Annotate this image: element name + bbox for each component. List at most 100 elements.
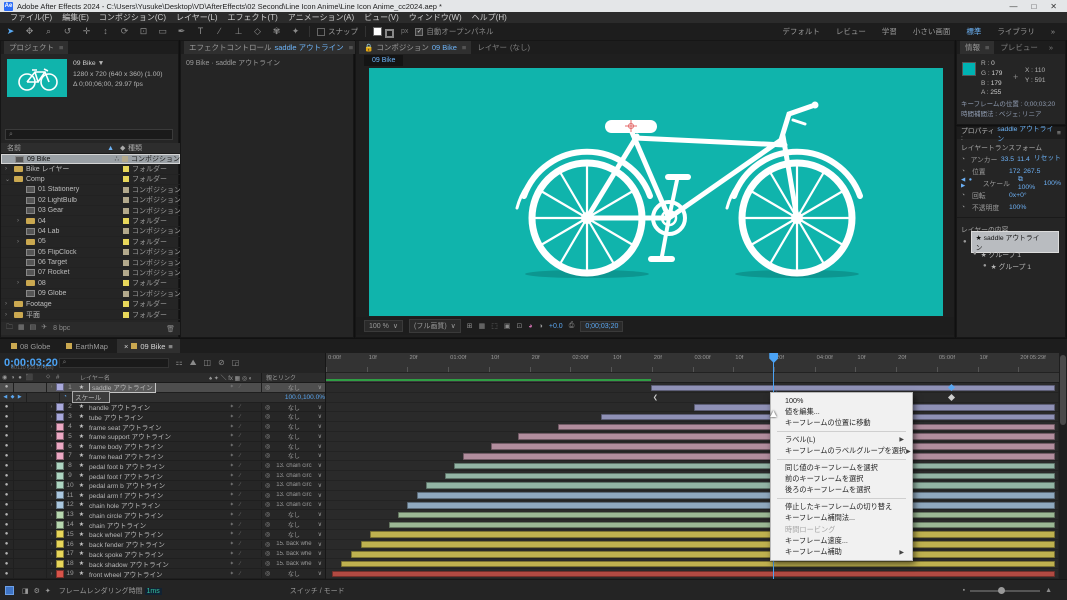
guides-icon[interactable]: ▣ (504, 322, 511, 330)
timeline-zoom-slider[interactable]: ▪ ▲ (963, 587, 1062, 594)
context-menu-item-後ろのキーフレームを選択[interactable]: 後ろのキーフレームを選択 (771, 485, 912, 496)
region-of-interest-icon[interactable]: ⊞ (467, 322, 473, 330)
brush-tool[interactable]: ∕ (213, 26, 226, 37)
parent-select[interactable]: ◎なし∨ (261, 403, 325, 412)
rulers-icon[interactable]: ⊡ (517, 322, 523, 330)
project-footer-icon-0[interactable]: 🗀 (6, 323, 13, 334)
exposure-adjust-icon[interactable]: ◑ (539, 323, 543, 330)
composition-mini-flowchart-icon[interactable]: ⚏ (176, 358, 183, 368)
tab-preview[interactable]: プレビュー (995, 41, 1043, 54)
frame-blending-icon[interactable]: ⊘ (218, 358, 225, 368)
project-item-平面[interactable]: ›平面フォルダー (1, 310, 180, 320)
project-item-06 Target[interactable]: 06 Targetコンポジション (1, 258, 180, 268)
workspace-»[interactable]: » (1043, 25, 1063, 38)
workspace-ライブラリ[interactable]: ライブラリ (989, 24, 1043, 39)
timeline-search-input[interactable]: ⌕ (59, 358, 169, 368)
panel-menu-icon[interactable]: ≡ (1057, 130, 1061, 137)
project-footer-icon-1[interactable]: ▦ (18, 323, 25, 334)
parent-select[interactable]: ◎13. chain circ∨ (261, 462, 325, 469)
minimize-button[interactable]: — (1009, 2, 1017, 11)
context-menu-item-キーフレームのラベルグループを選択[interactable]: キーフレームのラベルグループを選択▶ (771, 446, 912, 457)
time-ruler[interactable]: 0:00f10f20f01:00f10f20f02:00f10f20f03:00… (326, 353, 1059, 373)
layer-bar-frame head アウトライン[interactable] (463, 453, 1055, 460)
stroke-color-swatch[interactable] (385, 29, 394, 38)
parent-select[interactable]: ◎15. back whe∨ (261, 550, 325, 557)
exposure-value[interactable]: +0.0 (549, 323, 563, 330)
context-menu-item-キーフレーム速度...[interactable]: キーフレーム速度... (771, 535, 912, 546)
parent-select[interactable]: ◎なし∨ (261, 451, 325, 460)
project-item-08[interactable]: ›08フォルダー (1, 279, 180, 289)
panel-menu-icon[interactable]: ≡ (59, 43, 63, 52)
parent-select[interactable]: ◎なし∨ (261, 432, 325, 441)
workspace-レビュー[interactable]: レビュー (828, 24, 874, 39)
layer-bar-pedal arm b アウトライン[interactable] (426, 482, 1056, 489)
pen-tool[interactable]: ✒ (175, 26, 188, 37)
menu-ビュー(V)[interactable]: ビュー(V) (360, 12, 403, 23)
tab-info[interactable]: 情報 ≡ (960, 41, 994, 54)
parent-select[interactable]: ◎13. chain circ∨ (261, 472, 325, 479)
layer-bar-chain アウトライン[interactable] (389, 522, 1055, 529)
tab-effect-controls[interactable]: エフェクトコントロール saddle アウトライン ≡ (184, 41, 358, 54)
timeline-tab-EarthMap[interactable]: EarthMap (59, 339, 115, 353)
layer-bar-pedal foot f アウトライン[interactable] (445, 473, 1056, 480)
panel-more-icon[interactable]: » (1044, 41, 1058, 54)
layer-row-front wheel アウトライン[interactable]: ●›19★front wheel アウトライン✦ ∕◎なし∨ (0, 569, 325, 579)
panel-menu-icon[interactable]: ≡ (462, 43, 466, 52)
context-menu-item-値を編集...[interactable]: 値を編集... (771, 406, 912, 417)
snapshot-icon[interactable]: ⎙ (569, 322, 575, 330)
layer-bar-pedal arm f アウトライン[interactable] (417, 492, 1055, 499)
selection-tool[interactable]: ➤ (4, 26, 17, 37)
menu-ヘルプ(H)[interactable]: ヘルプ(H) (468, 12, 511, 23)
context-menu-item-同じ値のキーフレームを選択[interactable]: 同じ値のキーフレームを選択 (771, 462, 912, 473)
parent-select[interactable]: ◎13. chain circ∨ (261, 501, 325, 508)
tab-composition[interactable]: 🔒 コンポジション 09 Bike ≡ (359, 41, 471, 54)
auto-open-panels-toggle[interactable]: ✓ 自動オープンパネル (415, 26, 493, 37)
clone-stamp-tool[interactable]: ⊥ (232, 26, 245, 37)
timeline-footer-icon-1[interactable]: ⚙ (34, 587, 40, 595)
menu-コンポジション(C)[interactable]: コンポジション(C) (95, 12, 170, 23)
parent-select[interactable]: ◎なし∨ (261, 422, 325, 431)
timeline-footer-icon-2[interactable]: ✦ (45, 587, 51, 595)
transparency-grid-icon[interactable]: ▦ (479, 322, 486, 330)
menu-エフェクト(T)[interactable]: エフェクト(T) (224, 12, 282, 23)
project-item-Footage[interactable]: ›Footageフォルダー (1, 299, 180, 309)
project-item-01 Stationery[interactable]: 01 Stationeryコンポジション (1, 185, 180, 195)
rotate-tool[interactable]: ⟳ (118, 26, 131, 37)
project-footer-icon-3[interactable]: ✈ (41, 323, 47, 334)
parent-select[interactable]: ◎なし∨ (261, 510, 325, 519)
project-item-02 LightBulb[interactable]: 02 LightBulbコンポジション (1, 196, 180, 206)
project-columns-header[interactable]: 名前 ▲ ◆ 種類 (1, 143, 180, 154)
layer-bar-saddle アウトライン[interactable] (651, 385, 1056, 392)
context-menu-item-キーフレーム補助[interactable]: キーフレーム補助▶ (771, 547, 912, 558)
layer-bar-chain circle アウトライン[interactable] (398, 512, 1056, 519)
panel-menu-icon[interactable]: ≡ (349, 43, 353, 52)
project-item-05 FlipClock[interactable]: 05 FlipClockコンポジション (1, 248, 180, 258)
current-time-display[interactable]: 0;00;03;20 (580, 321, 623, 332)
draft-3d-icon[interactable]: ⛰ (190, 358, 197, 368)
layer-bar-back fender アウトライン[interactable] (361, 541, 1055, 548)
bit-depth-label[interactable]: 8 bpc (53, 325, 70, 332)
reset-link[interactable]: リセット (1034, 152, 1061, 162)
timeline-tab-09 Bike[interactable]: ×09 Bike≡ (117, 339, 180, 353)
context-menu-item-前のキーフレームを選択[interactable]: 前のキーフレームを選択 (771, 473, 912, 484)
layer-bar-back spoke アウトライン[interactable] (351, 551, 1055, 558)
trash-icon[interactable]: 🗑 (166, 325, 175, 333)
lock-icon[interactable]: 🔒 (364, 43, 373, 52)
zoom-tool[interactable]: ⌕ (42, 26, 55, 37)
project-search-input[interactable]: ⌕ (5, 129, 173, 140)
workspace-標準[interactable]: 標準 (958, 24, 989, 39)
context-menu-item-100%[interactable]: 100% (771, 395, 912, 406)
parent-select[interactable]: ◎なし∨ (261, 442, 325, 451)
property-スケール[interactable]: ◀ ● ▶スケール⧉ 100%100% (957, 177, 1065, 189)
layer-bar-front wheel アウトライン[interactable] (332, 571, 1055, 578)
project-item-09 Globe[interactable]: 09 Globeコンポジション (1, 289, 180, 299)
project-item-04[interactable]: ›04フォルダー (1, 216, 180, 226)
parent-select[interactable]: ◎なし∨ (261, 530, 325, 539)
context-menu-item-キーフレームの位置に移動[interactable]: キーフレームの位置に移動 (771, 418, 912, 429)
eraser-tool[interactable]: ◇ (251, 26, 264, 37)
property-アンカー[interactable]: ◔アンカー33.511.4 (957, 153, 1034, 165)
context-menu-item-ラベル(L)[interactable]: ラベル(L)▶ (771, 434, 912, 445)
layer-bar-chain hole アウトライン[interactable] (407, 502, 1055, 509)
channel-icon[interactable]: ◕ (528, 323, 532, 330)
parent-select[interactable]: ◎なし∨ (261, 569, 325, 578)
